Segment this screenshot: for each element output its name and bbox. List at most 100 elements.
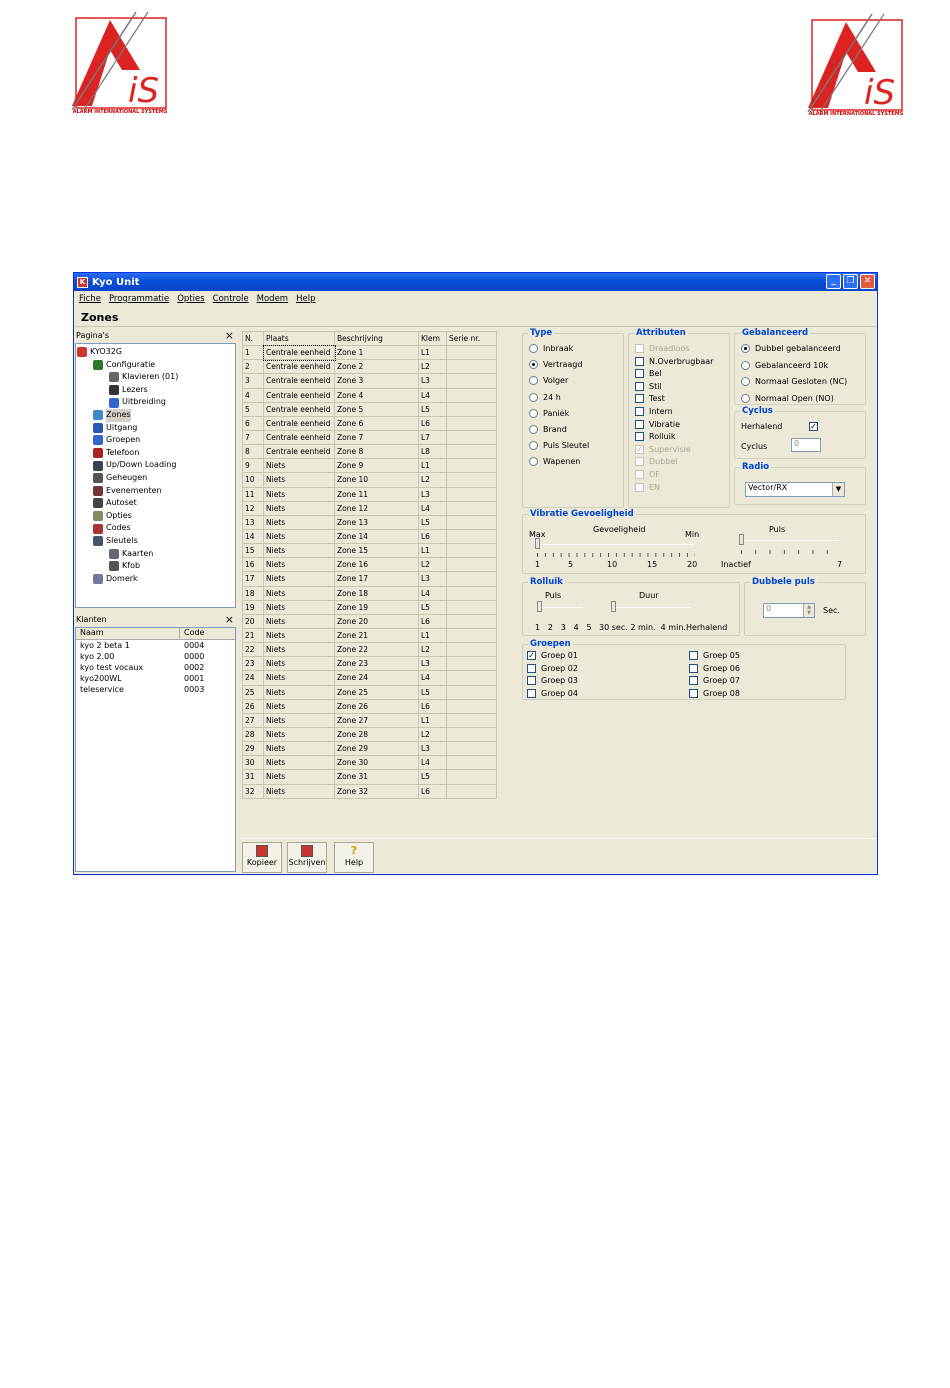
table-cell[interactable]: Zone 22 [334,642,419,658]
tree-item[interactable]: Configuratie [77,359,178,372]
table-cell[interactable]: Zone 32 [334,783,419,799]
radio-button[interactable] [529,392,538,402]
restore-button[interactable]: ❐ [843,274,858,289]
table-cell[interactable]: Zone 31 [334,769,419,785]
balanced-option[interactable]: Normaal Gesloten (NC) [741,377,847,386]
table-cell[interactable]: 24 [242,670,264,686]
table-cell[interactable] [446,500,497,516]
tree-item[interactable]: Domerk [77,573,178,586]
table-cell[interactable] [446,444,497,460]
table-cell[interactable]: 2 [242,359,264,375]
type-option[interactable]: Volger [529,376,568,386]
table-cell[interactable]: 29 [242,741,264,757]
table-cell[interactable] [446,359,497,375]
group-option[interactable]: ✓ Groep 01 [527,651,578,660]
table-cell[interactable]: Zone 19 [334,599,419,615]
table-cell[interactable]: L2 [418,642,447,658]
copy-button[interactable]: Kopieer [242,842,282,873]
table-cell[interactable]: L7 [418,429,447,446]
radio-select[interactable]: Vector/RX ▼ [745,482,845,497]
table-cell[interactable]: L1 [418,345,447,361]
clients-close-icon[interactable]: × [225,613,234,626]
menu-help[interactable]: Help [293,294,320,304]
group-checkbox[interactable] [689,688,698,698]
table-cell[interactable]: L5 [418,401,447,417]
title-bar[interactable]: K Kyo Unit _ ❐ ✕ [74,273,877,291]
table-cell[interactable]: L6 [418,613,447,629]
table-row[interactable]: 16 Niets Zone 16 L2 [242,557,497,573]
table-cell[interactable]: 6 [242,415,264,431]
table-row[interactable]: 9 Niets Zone 9 L1 [242,458,497,474]
table-cell[interactable]: Niets [263,599,335,615]
write-button[interactable]: Schrijven [287,842,327,873]
menu-controle[interactable]: Controle [210,294,254,304]
double-pulse-input[interactable]: 0 ▲ ▼ [763,603,815,618]
table-cell[interactable] [446,613,497,629]
table-cell[interactable]: Niets [263,528,335,545]
table-cell[interactable]: Centrale eenheid [263,373,335,389]
table-cell[interactable]: 31 [242,769,264,785]
table-row[interactable]: 27 Niets Zone 27 L1 [242,712,497,728]
table-cell[interactable]: Zone 6 [334,415,419,431]
table-cell[interactable]: Zone 12 [334,500,419,516]
table-cell[interactable]: L3 [418,373,447,389]
table-cell[interactable]: Zone 29 [334,741,419,757]
table-row[interactable]: 4 Centrale eenheid Zone 4 L4 [242,387,497,403]
table-cell[interactable] [446,585,497,601]
attribute-checkbox[interactable] [635,407,644,416]
table-cell[interactable] [446,486,497,502]
table-cell[interactable]: Centrale eenheid [263,415,335,431]
tree-item[interactable]: Autoset [77,497,178,510]
tree-item[interactable]: Geheugen [77,472,178,485]
chevron-down-icon[interactable]: ▼ [832,483,844,496]
table-cell[interactable]: 11 [242,486,264,502]
table-cell[interactable]: Niets [263,486,335,502]
table-cell[interactable]: Niets [263,741,335,757]
group-option[interactable]: Groep 08 [689,688,740,698]
table-cell[interactable]: Zone 2 [334,359,419,375]
type-option[interactable]: Vertraagd [529,360,582,370]
table-cell[interactable]: Zone 10 [334,472,419,488]
table-cell[interactable]: Zone 26 [334,698,419,714]
table-cell[interactable]: L8 [418,444,447,460]
radio-button[interactable] [529,344,538,353]
tree-item[interactable]: Lezers [77,384,178,397]
table-row[interactable]: 1 Centrale eenheid Zone 1 L1 [242,344,497,361]
table-cell[interactable]: Centrale eenheid [263,429,335,446]
table-cell[interactable]: 25 [242,684,264,700]
table-cell[interactable] [446,741,497,757]
col-serie-nr[interactable]: Serie nr. [446,330,497,347]
pages-close-icon[interactable]: × [225,329,234,342]
table-cell[interactable] [446,642,497,658]
table-row[interactable]: 18 Niets Zone 18 L4 [242,585,497,601]
group-checkbox[interactable] [689,663,698,673]
rolluik-duration-slider[interactable] [611,601,616,612]
table-row[interactable]: 17 Niets Zone 17 L3 [242,571,497,587]
type-option[interactable]: Inbraak [529,344,573,353]
table-cell[interactable] [446,543,497,559]
table-cell[interactable]: Niets [263,472,335,488]
table-cell[interactable]: L1 [418,458,447,474]
table-cell[interactable] [446,599,497,615]
table-row[interactable]: 22 Niets Zone 22 L2 [242,642,497,658]
group-checkbox[interactable] [527,663,536,673]
help-button[interactable]: ? Help [334,842,374,873]
table-cell[interactable]: 20 [242,613,264,629]
table-cell[interactable]: Zone 16 [334,557,419,573]
table-cell[interactable] [446,783,497,799]
table-cell[interactable]: Zone 24 [334,670,419,686]
table-cell[interactable]: Zone 18 [334,585,419,601]
menu-opties[interactable]: Opties [174,294,209,304]
col-beschrijving[interactable]: Beschrijving [334,330,419,347]
table-row[interactable]: 23 Niets Zone 23 L3 [242,656,497,672]
attribute-option[interactable]: Rolluik [635,432,675,442]
clients-col-name[interactable]: Naam [76,628,180,639]
table-cell[interactable] [446,429,497,446]
table-cell[interactable]: L1 [418,543,447,559]
radio-button[interactable] [529,360,538,370]
table-cell[interactable]: 13 [242,514,264,530]
table-cell[interactable] [446,458,497,474]
table-cell[interactable]: 19 [242,599,264,615]
table-cell[interactable] [446,401,497,417]
group-option[interactable]: Groep 07 [689,676,740,686]
